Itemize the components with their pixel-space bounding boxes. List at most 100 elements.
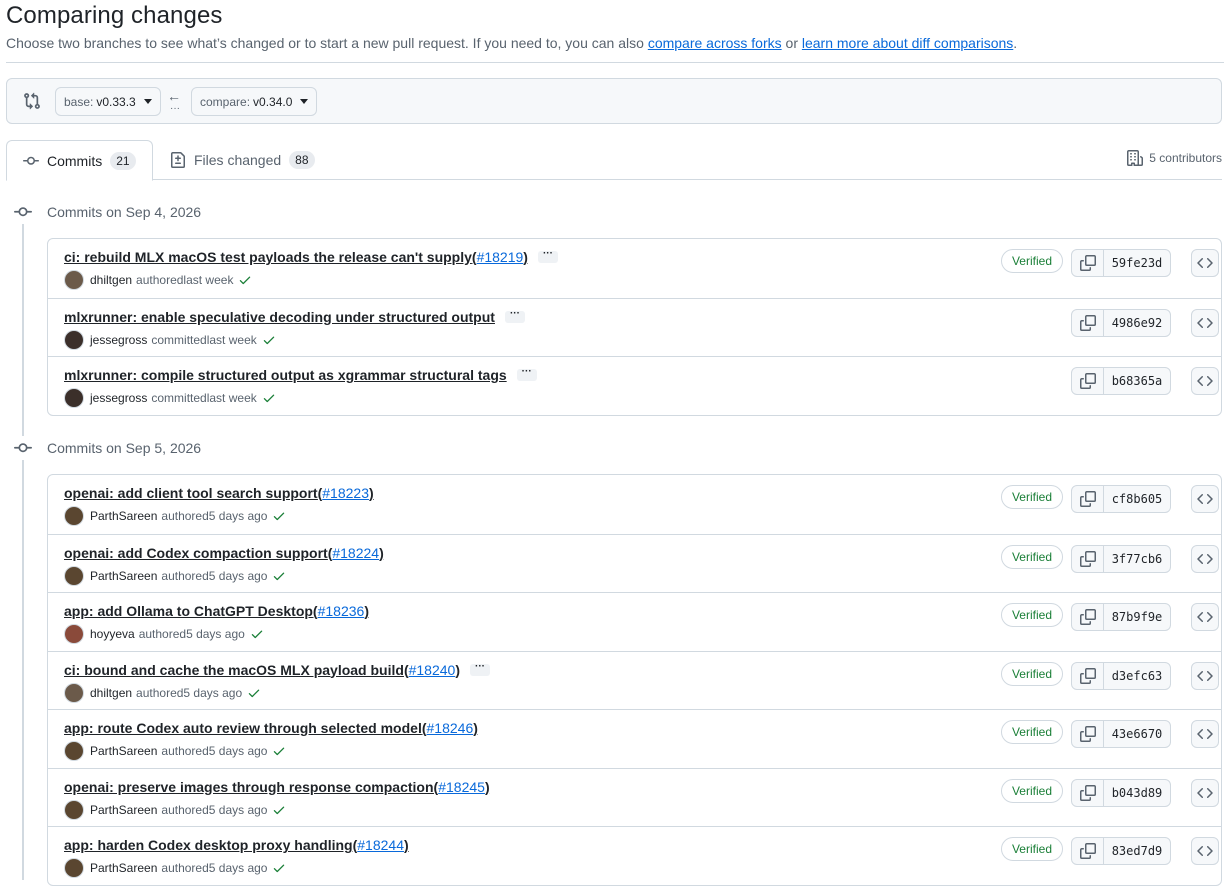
commit-message-link[interactable]: openai: add client tool search support: [64, 485, 318, 501]
commit-message-link[interactable]: mlxrunner: enable speculative decoding u…: [64, 309, 495, 325]
browse-repo-button[interactable]: [1191, 367, 1219, 395]
commit-message-link[interactable]: app: harden Codex desktop proxy handling: [64, 837, 353, 853]
verified-badge[interactable]: Verified: [1000, 485, 1063, 509]
range-editor: base: v0.33.3 ← ··· compare: v0.34.0: [6, 78, 1222, 124]
avatar[interactable]: [64, 270, 84, 290]
commit-sha-link[interactable]: d3efc63: [1104, 663, 1170, 689]
browse-repo-button[interactable]: [1191, 308, 1219, 337]
copy-sha-button[interactable]: [1072, 779, 1104, 806]
pr-close-paren: ): [379, 544, 384, 561]
pull-request-link[interactable]: #18245: [438, 779, 485, 795]
commit-message-link[interactable]: ci: rebuild MLX macOS test payloads the …: [64, 249, 472, 265]
expand-commit-message-button[interactable]: ···: [516, 367, 537, 381]
browse-repo-button[interactable]: [1191, 603, 1219, 631]
copy-sha-button[interactable]: [1072, 250, 1104, 276]
copy-icon: [1079, 550, 1096, 567]
verified-badge[interactable]: Verified: [1000, 778, 1063, 803]
commit-author-link[interactable]: ParthSareen: [90, 803, 157, 817]
commit-author-link[interactable]: jessegross: [90, 391, 147, 405]
contributors-link[interactable]: 5 contributors: [1127, 150, 1222, 166]
commit-sha-link[interactable]: b043d89: [1104, 780, 1170, 806]
pull-request-link[interactable]: #18219: [477, 249, 524, 265]
commit-sha-link[interactable]: 3f77cb6: [1104, 546, 1170, 572]
commit-sha-link[interactable]: 59fe23d: [1104, 250, 1170, 276]
copy-sha-button[interactable]: [1072, 368, 1104, 394]
commit-author-link[interactable]: dhiltgen: [90, 686, 132, 700]
avatar[interactable]: [64, 799, 84, 820]
check-icon: [263, 336, 274, 344]
copy-sha-button[interactable]: [1072, 309, 1104, 336]
base-branch-select[interactable]: base: v0.33.3: [55, 87, 161, 116]
verified-badge[interactable]: Verified: [1000, 603, 1063, 627]
copy-sha-button[interactable]: [1072, 486, 1104, 512]
pull-request-link[interactable]: #18244: [357, 837, 404, 853]
check-icon: [240, 276, 251, 285]
avatar[interactable]: [64, 858, 84, 878]
commit-author-link[interactable]: ParthSareen: [90, 861, 157, 875]
browse-repo-button[interactable]: [1191, 485, 1219, 513]
commit-message-link[interactable]: app: add Ollama to ChatGPT Desktop: [64, 603, 313, 619]
commit-author-link[interactable]: jessegross: [90, 333, 147, 347]
tab-commits[interactable]: Commits 21: [6, 140, 153, 181]
compare-value: v0.34.0: [253, 94, 293, 109]
browse-repo-button[interactable]: [1191, 837, 1219, 865]
browse-repo-button[interactable]: [1191, 720, 1219, 748]
subtitle-end: .: [1013, 35, 1018, 51]
pr-close-paren: ): [368, 485, 374, 501]
tab-files-changed[interactable]: Files changed 88: [170, 140, 315, 180]
avatar[interactable]: [64, 506, 84, 526]
files-counter: 88: [289, 151, 315, 169]
commit-author-link[interactable]: ParthSareen: [90, 744, 157, 758]
expand-commit-message-button[interactable]: ···: [470, 661, 490, 676]
verified-badge[interactable]: Verified: [1000, 837, 1063, 861]
compare-across-forks-link[interactable]: compare across forks: [648, 35, 782, 51]
browse-repo-button[interactable]: [1191, 778, 1219, 807]
verified-badge[interactable]: Verified: [1000, 661, 1063, 686]
pull-request-link[interactable]: #18223: [322, 485, 369, 501]
avatar[interactable]: [64, 329, 84, 350]
avatar[interactable]: [64, 682, 84, 703]
pull-request-link[interactable]: #18224: [332, 545, 379, 561]
compare-branch-select[interactable]: compare: v0.34.0: [191, 87, 318, 116]
commit-sha-link[interactable]: b68365a: [1104, 368, 1170, 394]
commit-author-link[interactable]: ParthSareen: [90, 509, 157, 523]
browse-repo-button[interactable]: [1191, 661, 1219, 690]
copy-sha-button[interactable]: [1072, 838, 1104, 864]
commit-author-link[interactable]: hoyyeva: [90, 627, 135, 641]
commit-message-link[interactable]: app: route Codex auto review through sel…: [64, 720, 422, 736]
commit-message-link[interactable]: openai: preserve images through response…: [64, 779, 434, 795]
verified-badge[interactable]: Verified: [1000, 544, 1063, 569]
copy-sha-button[interactable]: [1072, 604, 1104, 630]
browse-repo-button[interactable]: [1191, 249, 1219, 277]
avatar[interactable]: [64, 565, 84, 586]
pull-request-link[interactable]: #18246: [427, 720, 474, 736]
commit-message-link[interactable]: ci: bound and cache the macOS MLX payloa…: [64, 662, 404, 678]
commit-sha-link[interactable]: 4986e92: [1104, 310, 1170, 336]
copy-sha-button[interactable]: [1072, 721, 1104, 747]
commit-title: openai: add client tool search support (…: [64, 485, 374, 501]
commit-author-link[interactable]: ParthSareen: [90, 569, 157, 583]
learn-more-diff-link[interactable]: learn more about diff comparisons: [802, 35, 1013, 51]
commit-sha-link[interactable]: 87b9f9e: [1104, 604, 1170, 630]
pull-request-link[interactable]: #18236: [318, 603, 365, 619]
expand-commit-message-button[interactable]: ···: [504, 308, 525, 323]
avatar[interactable]: [64, 741, 84, 761]
copy-sha-button[interactable]: [1072, 662, 1104, 689]
commit-sha-group: b043d89: [1071, 778, 1171, 807]
commit-sha-link[interactable]: 83ed7d9: [1104, 838, 1170, 864]
avatar[interactable]: [64, 388, 84, 408]
pull-request-link[interactable]: #18240: [409, 662, 456, 678]
commit-message-link[interactable]: openai: add Codex compaction support: [64, 545, 328, 561]
expand-commit-message-button[interactable]: ···: [537, 249, 558, 263]
commit-sha-group: 43e6670: [1071, 720, 1171, 748]
commit-message-link[interactable]: mlxrunner: compile structured output as …: [64, 367, 507, 383]
verified-badge[interactable]: Verified: [1000, 249, 1063, 273]
commit-group-header: Commits on Sep 5, 2026: [14, 436, 202, 460]
commit-sha-link[interactable]: cf8b605: [1104, 486, 1170, 512]
avatar[interactable]: [64, 624, 84, 644]
browse-repo-button[interactable]: [1191, 544, 1219, 573]
verified-badge[interactable]: Verified: [1000, 720, 1063, 744]
commit-sha-link[interactable]: 43e6670: [1104, 721, 1170, 747]
copy-sha-button[interactable]: [1072, 545, 1104, 572]
commit-author-link[interactable]: dhiltgen: [90, 273, 132, 287]
